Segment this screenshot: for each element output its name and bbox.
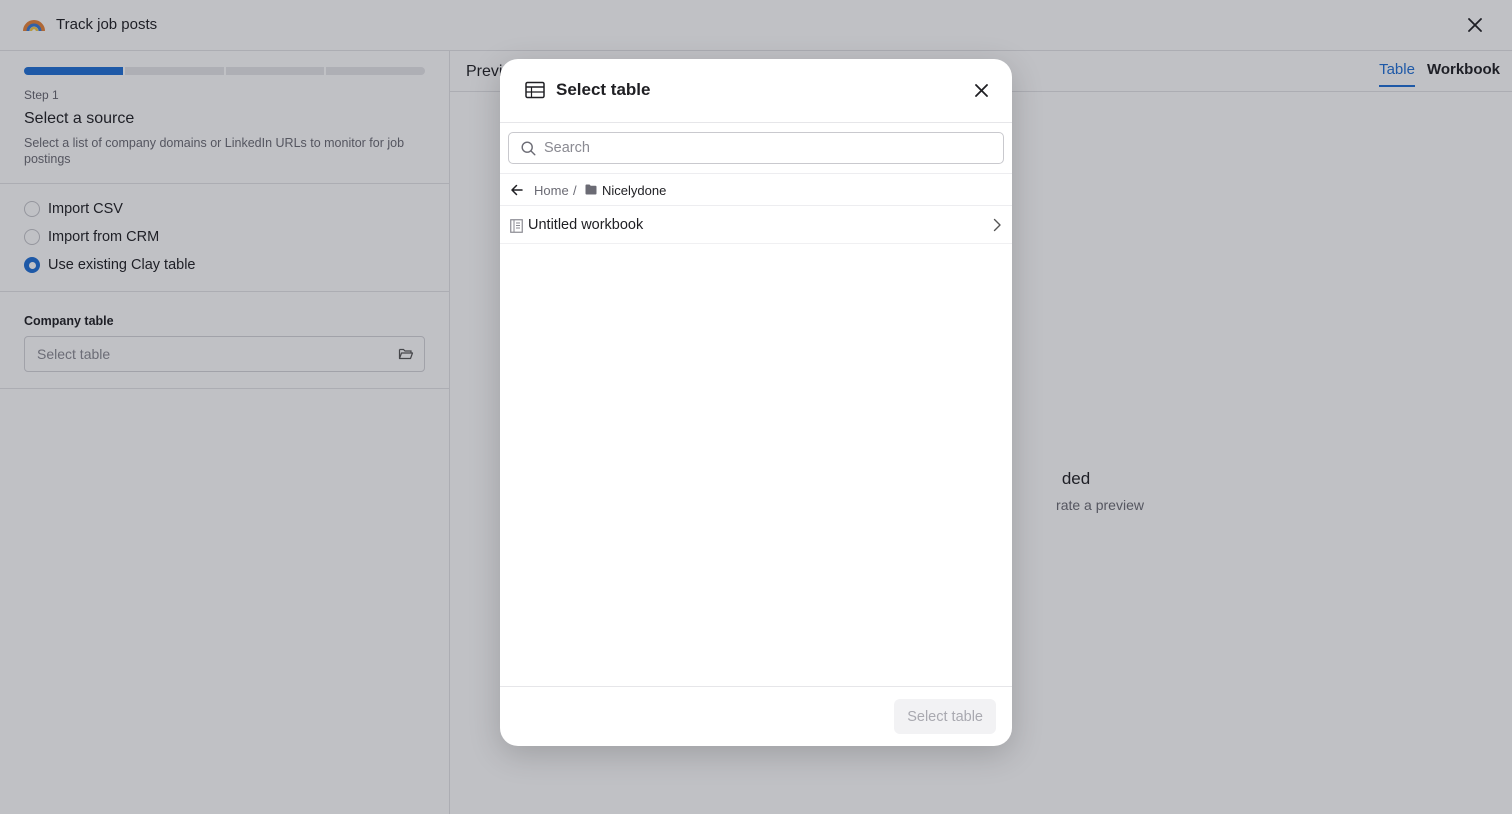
modal-title: Select table: [556, 80, 651, 99]
search-icon: [521, 141, 536, 156]
breadcrumb-home[interactable]: Home: [534, 183, 569, 198]
workbook-icon: [510, 219, 523, 233]
folder-icon: [585, 184, 597, 195]
modal-header: Select table: [500, 59, 1012, 123]
list-item[interactable]: Untitled workbook: [500, 207, 1012, 244]
breadcrumb-folder[interactable]: Nicelydone: [602, 183, 666, 198]
modal-footer: Select table: [500, 686, 1012, 746]
arrow-left-icon[interactable]: [510, 183, 524, 197]
breadcrumb-separator: /: [573, 183, 577, 198]
search-input[interactable]: [544, 133, 994, 163]
list-item-label: Untitled workbook: [528, 217, 644, 233]
chevron-right-icon: [993, 218, 1001, 232]
select-table-button[interactable]: Select table: [894, 699, 996, 734]
breadcrumb: Home / Nicelydone: [500, 173, 1012, 206]
select-table-modal: Select table Home / Nicelydone Untitle: [500, 59, 1012, 746]
table-icon: [525, 81, 545, 99]
search-box[interactable]: [508, 132, 1004, 164]
close-icon[interactable]: [970, 79, 992, 101]
